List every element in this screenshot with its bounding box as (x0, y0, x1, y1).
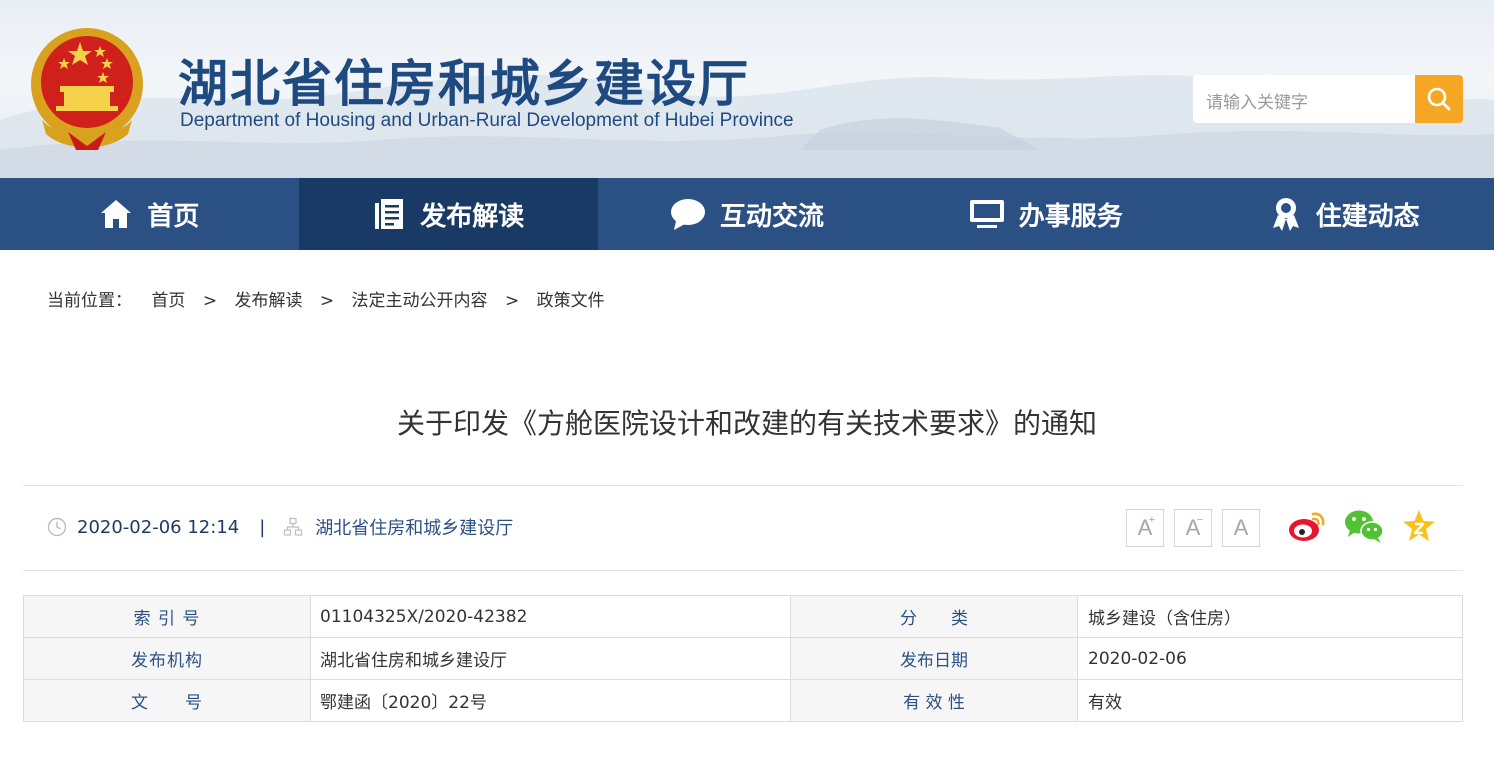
document-icon (375, 199, 404, 229)
nav-item-label: 办事服务 (1018, 201, 1123, 232)
home-icon (101, 200, 132, 228)
org-icon (284, 517, 303, 536)
label-validity: 有 效 性 (790, 679, 1078, 722)
site-title-cn: 湖北省住房和城乡建设厅 (178, 54, 750, 113)
search-placeholder: 请输入关键字 (1206, 93, 1308, 113)
share-icons (1287, 508, 1437, 544)
breadcrumb-item-statutory[interactable]: 法定主动公开内容 (352, 291, 488, 311)
table-row: 文 号 鄂建函〔2020〕22号 有 效 性 有效 (23, 679, 1463, 722)
breadcrumb: 当前位置： 首页 > 发布解读 > 法定主动公开内容 > 政策文件 (47, 286, 605, 311)
monitor-icon (969, 200, 1004, 228)
label-category: 分 类 (790, 595, 1078, 638)
search-icon (1427, 87, 1451, 111)
nav-item-interaction[interactable]: 互动交流 (598, 178, 897, 250)
nav-item-news[interactable]: 住建动态 (1195, 178, 1494, 250)
article-title: 关于印发《方舱医院设计和改建的有关技术要求》的通知 (396, 407, 1097, 440)
nav-item-label: 发布解读 (420, 201, 525, 232)
breadcrumb-item-publications[interactable]: 发布解读 (234, 291, 302, 311)
main-nav: 首页 发布解读 互动交流 办事服务 住建动态 (0, 178, 1494, 250)
publish-datetime: 2020-02-06 12:14 (77, 516, 240, 538)
label-document-number: 文 号 (23, 679, 311, 722)
national-emblem (31, 28, 143, 150)
breadcrumb-separator: > (504, 291, 520, 311)
meta-divider: | (259, 516, 266, 538)
award-icon (1272, 198, 1299, 231)
value-issuer: 湖北省住房和城乡建设厅 (310, 637, 791, 680)
chat-bubble-icon (670, 199, 705, 230)
label-index-number: 索 引 号 (23, 595, 311, 638)
breadcrumb-separator: > (202, 291, 218, 311)
divider (23, 485, 1463, 486)
table-row: 发布机构 湖北省住房和城乡建设厅 发布日期 2020-02-06 (23, 637, 1463, 680)
search-button[interactable] (1415, 75, 1463, 123)
font-increase-button[interactable]: A + (1126, 509, 1164, 547)
divider (23, 570, 1463, 571)
nav-item-home[interactable]: 首页 (0, 178, 299, 250)
label-issuer: 发布机构 (23, 637, 311, 680)
font-size-controls: A + A − A (1126, 509, 1260, 547)
nav-item-services[interactable]: 办事服务 (896, 178, 1195, 250)
value-index-number: 01104325X/2020-42382 (310, 595, 791, 638)
nav-item-label: 互动交流 (719, 201, 824, 232)
weibo-icon[interactable] (1287, 508, 1327, 544)
favorite-star-icon[interactable] (1401, 508, 1437, 544)
article-meta: 2020-02-06 12:14 | 湖北省住房和城乡建设厅 (47, 514, 513, 540)
article-source: 湖北省住房和城乡建设厅 (315, 518, 514, 539)
nav-item-publications[interactable]: 发布解读 (298, 178, 598, 250)
breadcrumb-item-policy[interactable]: 政策文件 (537, 291, 605, 311)
label-publish-date: 发布日期 (790, 637, 1078, 680)
value-publish-date: 2020-02-06 (1077, 637, 1463, 680)
nav-item-label: 首页 (147, 201, 200, 232)
breadcrumb-separator: > (319, 291, 335, 311)
font-decrease-button[interactable]: A − (1174, 509, 1212, 547)
breadcrumb-item-home[interactable]: 首页 (151, 291, 185, 311)
breadcrumb-prefix: 当前位置： (47, 291, 132, 311)
value-validity: 有效 (1077, 679, 1463, 722)
site-title-en: Department of Housing and Urban-Rural De… (180, 110, 794, 131)
value-document-number: 鄂建函〔2020〕22号 (310, 679, 791, 722)
search-input[interactable]: 请输入关键字 (1193, 75, 1415, 123)
site-header: 湖北省住房和城乡建设厅 Department of Housing and Ur… (0, 0, 1494, 178)
wechat-icon[interactable] (1343, 508, 1385, 544)
clock-icon (47, 517, 67, 537)
table-row: 索 引 号 01104325X/2020-42382 分 类 城乡建设（含住房） (23, 595, 1463, 638)
document-info-table: 索 引 号 01104325X/2020-42382 分 类 城乡建设（含住房）… (23, 595, 1463, 722)
value-category: 城乡建设（含住房） (1077, 595, 1463, 638)
font-reset-button[interactable]: A (1222, 509, 1260, 547)
nav-item-label: 住建动态 (1315, 201, 1420, 232)
